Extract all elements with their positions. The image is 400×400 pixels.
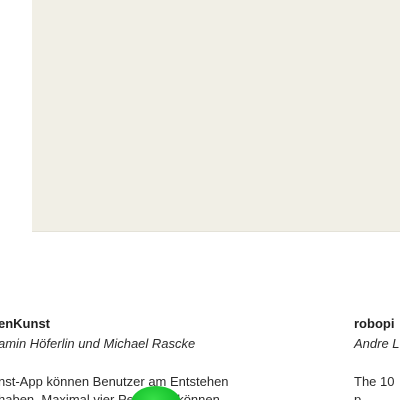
artwork-canvas[interactable] <box>32 0 400 232</box>
project-card-robopi[interactable]: robopi Andre L The 10 p <box>354 316 400 400</box>
description-line: The 10 <box>354 374 395 389</box>
project-authors: Andre L <box>354 336 400 351</box>
project-title[interactable]: robopi <box>354 316 400 332</box>
project-description: The 10 p <box>354 373 400 400</box>
project-title[interactable]: enKunst <box>0 316 318 332</box>
description-line: p <box>354 392 362 400</box>
project-authors: amin Höferlin und Michael Rascke <box>0 336 196 351</box>
